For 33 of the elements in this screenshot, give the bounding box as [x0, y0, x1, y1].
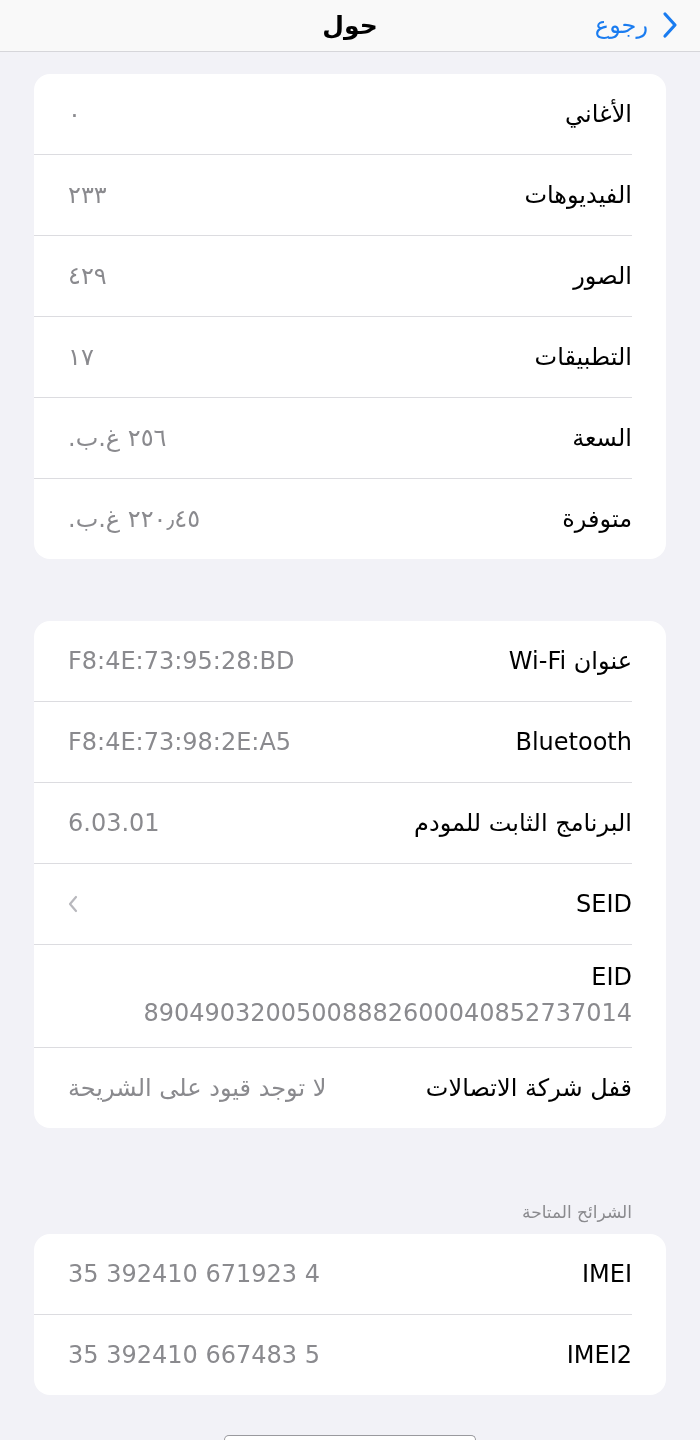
row-label: السعة: [572, 423, 632, 452]
row-value: ٤٢٩: [68, 261, 107, 290]
back-button[interactable]: رجوع: [594, 11, 700, 40]
row-label: EID: [591, 962, 632, 991]
row-value: 35 392410 667483 5: [68, 1340, 320, 1369]
row-label: IMEI: [581, 1259, 632, 1288]
screen-title: حول: [321, 10, 379, 40]
row-label: عنوان Wi-Fi: [508, 646, 632, 675]
row-label: متوفرة: [562, 504, 632, 533]
chevron-icon[interactable]: [68, 894, 78, 913]
row-value: 35 392410 671923 4: [68, 1259, 320, 1288]
row-label: الفيديوهات: [524, 180, 632, 209]
row-value: F8:4E:73:95:28:BD: [68, 646, 295, 675]
row-label: الأغاني: [565, 99, 632, 128]
row-label: Bluetooth: [515, 727, 632, 756]
row-value: 6.03.01: [68, 808, 160, 837]
row-value: لا توجد قيود على الشريحة: [68, 1073, 327, 1102]
row-label[interactable]: SEID: [576, 889, 632, 918]
section-header: الشرائح المتاحة: [521, 1200, 633, 1225]
row-label: البرنامج الثابت للمودم: [414, 808, 632, 837]
row-value: ٢٢٠٫٤٥ غ.ب.: [68, 504, 201, 533]
row-value: ٢٥٦ غ.ب.: [68, 423, 167, 452]
row-value: ٢٣٣: [68, 180, 107, 209]
row-label: الصور: [573, 261, 632, 290]
row-value: F8:4E:73:98:2E:A5: [68, 727, 292, 756]
row-label: قفل شركة الاتصالات: [425, 1073, 632, 1102]
back-chevron-icon: [662, 11, 678, 40]
back-label[interactable]: رجوع: [594, 11, 648, 40]
row-value: 89049032005008882600040852737014: [143, 998, 632, 1027]
row-label: IMEI2: [566, 1340, 632, 1369]
row-value: ١٧: [68, 342, 94, 371]
row-label: التطبيقات: [534, 342, 632, 371]
row-value: ٠: [68, 99, 81, 128]
